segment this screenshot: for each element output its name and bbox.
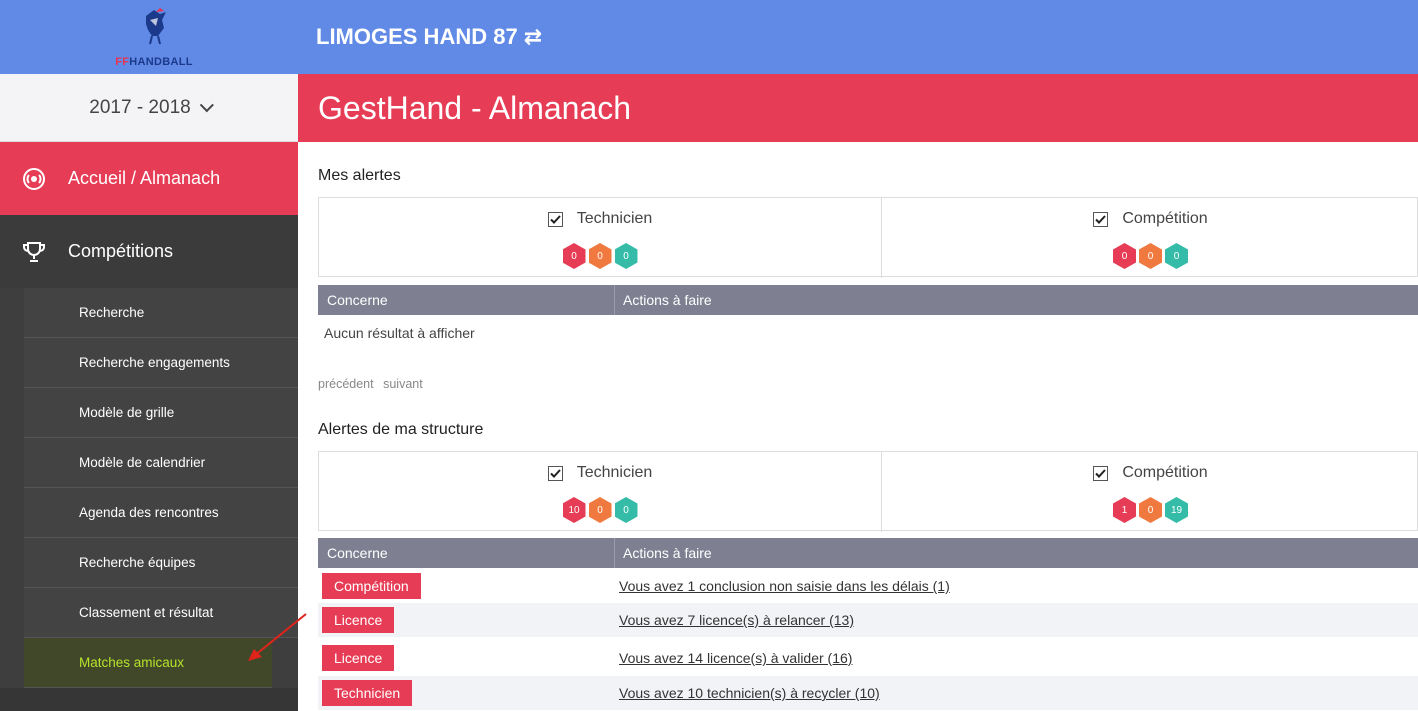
- badge-orange[interactable]: 0: [588, 243, 612, 269]
- table-row: Licence Vous avez 7 licence(s) à relance…: [318, 603, 1418, 637]
- action-link[interactable]: Vous avez 10 technicien(s) à recycler (1…: [619, 685, 880, 701]
- category-tag[interactable]: Technicien: [322, 680, 413, 706]
- structure-alerts-title: Alertes de ma structure: [318, 421, 484, 438]
- badge-orange[interactable]: 0: [1139, 243, 1162, 269]
- sidebar-item-recherche[interactable]: Recherche: [24, 288, 298, 338]
- action-link[interactable]: Vous avez 7 licence(s) à relancer (13): [619, 612, 854, 628]
- page-title-bar: GestHand - Almanach: [298, 74, 1418, 142]
- nav-competitions[interactable]: Compétitions: [0, 215, 298, 288]
- col-concerne[interactable]: Concerne: [327, 545, 388, 561]
- nav-accueil-label: Accueil / Almanach: [68, 168, 221, 188]
- competition-label: Compétition: [1122, 464, 1208, 481]
- badge-teal[interactable]: 0: [614, 497, 638, 523]
- badge-red[interactable]: 0: [562, 243, 586, 269]
- logo-text: FFHANDBALL: [115, 56, 193, 68]
- badge-orange[interactable]: 0: [1139, 497, 1162, 523]
- badge-red[interactable]: 1: [1113, 497, 1136, 523]
- chevron-down-icon: [199, 97, 214, 112]
- competition-checkbox[interactable]: [1093, 465, 1109, 481]
- radio-broadcast-icon: [22, 167, 46, 191]
- category-tag[interactable]: Licence: [322, 645, 395, 671]
- swap-icon[interactable]: ⇄: [524, 24, 542, 50]
- table-row: Compétition Vous avez 1 conclusion non s…: [318, 569, 1418, 603]
- action-link[interactable]: Vous avez 14 licence(s) à valider (16): [619, 650, 852, 666]
- rooster-logo-icon: [146, 8, 166, 45]
- structure-alerts-competition: Compétition 1 0 19: [882, 452, 1418, 532]
- top-bar: LIMOGES HAND 87 ⇄: [298, 0, 1418, 74]
- category-tag[interactable]: Compétition: [322, 573, 421, 599]
- badge-red[interactable]: 10: [562, 497, 586, 523]
- structure-alerts-technicien: Technicien 10 0 0: [319, 452, 882, 532]
- col-actions[interactable]: Actions à faire: [623, 292, 712, 308]
- ffhandball-logo[interactable]: FFHANDBALL: [106, 6, 202, 68]
- season-selector[interactable]: 2017 - 2018: [0, 74, 298, 142]
- structure-alerts-summary: Technicien 10 0 0 Compétition 1 0 19: [318, 451, 1418, 532]
- badge-teal[interactable]: 19: [1165, 497, 1188, 523]
- sidebar-item-modele-grille[interactable]: Modèle de grille: [24, 388, 298, 438]
- pagination: précédent suivant: [318, 377, 429, 391]
- my-alerts-table-header: Concerne Actions à faire: [318, 285, 1418, 315]
- sidebar-item-modele-calendrier[interactable]: Modèle de calendrier: [24, 438, 298, 488]
- sidebar-item-matches-amicaux[interactable]: Matches amicaux: [24, 638, 272, 688]
- nav-accueil-almanach[interactable]: Accueil / Almanach: [0, 142, 298, 215]
- badge-red[interactable]: 0: [1113, 243, 1136, 269]
- table-row: Technicien Vous avez 10 technicien(s) à …: [318, 676, 1418, 710]
- col-actions[interactable]: Actions à faire: [623, 545, 712, 561]
- table-row: Licence Vous avez 14 licence(s) à valide…: [318, 641, 1418, 675]
- pager-next[interactable]: suivant: [383, 377, 423, 391]
- structure-alerts-table-header: Concerne Actions à faire: [318, 538, 1418, 568]
- technicien-checkbox[interactable]: [547, 211, 563, 227]
- competition-checkbox[interactable]: [1093, 211, 1109, 227]
- page-title: GestHand - Almanach: [318, 89, 632, 126]
- badge-teal[interactable]: 0: [614, 243, 638, 269]
- sidebar-item-classement-resultat[interactable]: Classement et résultat: [24, 588, 298, 638]
- badge-orange[interactable]: 0: [588, 497, 612, 523]
- club-name: LIMOGES HAND 87: [316, 24, 518, 49]
- my-alerts-competition: Compétition 0 0 0: [882, 198, 1418, 278]
- sidebar-item-agenda-rencontres[interactable]: Agenda des rencontres: [24, 488, 298, 538]
- pager-previous[interactable]: précédent: [318, 377, 374, 391]
- technicien-label: Technicien: [576, 464, 653, 481]
- nav-competitions-label: Compétitions: [68, 241, 174, 261]
- my-alerts-summary: Technicien 0 0 0 Compétition 0 0 0: [318, 197, 1418, 278]
- logo-area: FFHANDBALL: [0, 0, 298, 74]
- my-alerts-technicien: Technicien 0 0 0: [319, 198, 882, 278]
- sidebar-item-recherche-engagements[interactable]: Recherche engagements: [24, 338, 298, 388]
- technicien-checkbox[interactable]: [547, 465, 563, 481]
- sidebar-item-recherche-equipes[interactable]: Recherche équipes: [24, 538, 298, 588]
- category-tag[interactable]: Licence: [322, 607, 395, 633]
- competition-label: Compétition: [1122, 210, 1208, 227]
- action-link[interactable]: Vous avez 1 conclusion non saisie dans l…: [619, 578, 950, 594]
- sidebar: FFHANDBALL 2017 - 2018 Accueil / Almanac…: [0, 0, 298, 711]
- my-alerts-title: Mes alertes: [318, 167, 401, 184]
- technicien-label: Technicien: [576, 210, 653, 227]
- badge-teal[interactable]: 0: [1165, 243, 1188, 269]
- trophy-icon: [22, 240, 46, 264]
- season-label: 2017 - 2018: [89, 96, 191, 118]
- col-concerne[interactable]: Concerne: [327, 292, 388, 308]
- empty-message: Aucun résultat à afficher: [324, 325, 475, 341]
